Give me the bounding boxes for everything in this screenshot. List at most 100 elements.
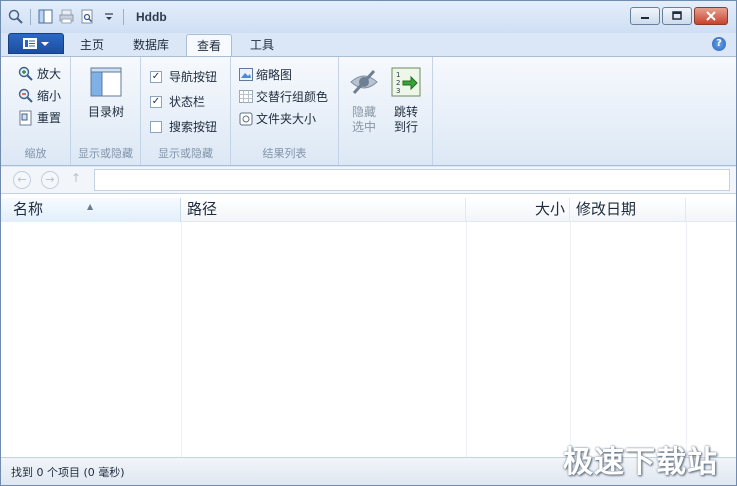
folder-size-button[interactable]: 文件夹大小 bbox=[239, 110, 316, 127]
thumbnails-icon bbox=[239, 68, 253, 81]
column-name[interactable]: ▲ 名称 bbox=[1, 198, 181, 222]
sort-ascending-icon: ▲ bbox=[87, 202, 94, 211]
nav-buttons-checkbox[interactable]: ✓ bbox=[150, 70, 162, 83]
chevron-down-icon bbox=[41, 41, 49, 46]
zoom-out-label: 缩小 bbox=[37, 89, 62, 103]
status-bar-label: 状态栏 bbox=[169, 95, 206, 109]
directory-tree-icon bbox=[81, 67, 131, 101]
group-label-tree: 显示或隐藏 bbox=[78, 147, 133, 160]
goto-row-line2: 到行 bbox=[393, 120, 418, 134]
hide-selected-line1: 隐藏 bbox=[351, 105, 376, 119]
svg-text:2: 2 bbox=[396, 79, 400, 87]
forward-button[interactable]: → bbox=[41, 171, 59, 189]
watermark-logo: 极速下载站 bbox=[563, 445, 718, 480]
results-list[interactable]: ▲ 名称 路径 大小 修改日期 bbox=[1, 193, 736, 458]
svg-text:1: 1 bbox=[396, 71, 400, 79]
column-path[interactable]: 路径 bbox=[181, 198, 466, 222]
status-bar-toggle[interactable]: ✓ 状态栏 bbox=[150, 93, 205, 110]
zoom-in-label: 放大 bbox=[37, 67, 62, 81]
hide-selected-line2: 选中 bbox=[351, 120, 376, 134]
group-tree: 目录树 显示或隐藏 bbox=[71, 57, 141, 165]
tab-view[interactable]: 查看 bbox=[186, 34, 232, 57]
nav-buttons-label: 导航按钮 bbox=[169, 70, 218, 84]
status-text: 找到 0 个项目 (0 毫秒) bbox=[11, 466, 125, 479]
column-modified[interactable]: 修改日期 bbox=[570, 198, 686, 222]
alternate-color-button[interactable]: 交替行组颜色 bbox=[239, 88, 328, 105]
toolbar-separator bbox=[123, 8, 124, 25]
folder-size-icon bbox=[239, 112, 253, 125]
directory-tree-label: 目录树 bbox=[87, 105, 124, 119]
thumbnails-button[interactable]: 缩略图 bbox=[239, 66, 292, 83]
column-divider bbox=[181, 222, 182, 458]
layout-icon[interactable] bbox=[37, 8, 54, 25]
search-button-label: 搜索按钮 bbox=[169, 120, 218, 134]
group-results-list: 缩略图 交替行组颜色 文件夹大小 结果列表 bbox=[231, 57, 339, 165]
status-bar-checkbox[interactable]: ✓ bbox=[150, 95, 162, 108]
title-bar: Hddb bbox=[1, 1, 736, 33]
column-path-label: 路径 bbox=[187, 200, 218, 218]
column-size[interactable]: 大小 bbox=[466, 198, 570, 222]
eye-hidden-icon bbox=[346, 67, 382, 101]
up-button[interactable]: ↑ bbox=[71, 171, 81, 185]
search-button-checkbox[interactable] bbox=[150, 120, 162, 133]
maximize-icon bbox=[672, 11, 682, 20]
column-header-row: ▲ 名称 路径 大小 修改日期 bbox=[1, 198, 736, 222]
ribbon-tabs: 主页 数据库 查看 工具 ? bbox=[1, 33, 736, 57]
directory-tree-button[interactable]: 目录树 bbox=[81, 67, 131, 120]
group-label-results: 结果列表 bbox=[262, 147, 307, 160]
address-input[interactable] bbox=[94, 169, 730, 191]
goto-row-icon: 123 bbox=[388, 67, 424, 101]
tab-home[interactable]: 主页 bbox=[71, 34, 113, 57]
close-icon bbox=[706, 11, 716, 21]
svg-text:3: 3 bbox=[396, 87, 400, 95]
toolbar-separator bbox=[30, 8, 31, 25]
ribbon-panel: 放大 缩小 重置 缩放 目录树 显示或隐藏 ✓ 导航按钮 ✓ 状态栏 搜索按钮 … bbox=[1, 56, 736, 166]
customize-toolbar-icon[interactable] bbox=[100, 8, 117, 25]
alternate-color-label: 交替行组颜色 bbox=[256, 90, 329, 104]
hide-selected-button[interactable]: 隐藏 选中 bbox=[346, 67, 382, 135]
minimize-icon bbox=[641, 17, 649, 19]
thumbnails-label: 缩略图 bbox=[256, 68, 293, 82]
maximize-button[interactable] bbox=[662, 7, 692, 25]
tab-database[interactable]: 数据库 bbox=[124, 34, 178, 57]
quick-access-toolbar bbox=[7, 8, 126, 25]
zoom-out-icon bbox=[18, 88, 33, 103]
tab-tools[interactable]: 工具 bbox=[241, 34, 283, 57]
column-name-label: 名称 bbox=[13, 200, 44, 218]
column-divider bbox=[466, 222, 467, 458]
app-menu-icon bbox=[23, 38, 37, 49]
help-icon[interactable]: ? bbox=[712, 37, 726, 51]
column-size-label: 大小 bbox=[534, 200, 565, 218]
zoom-in-icon bbox=[18, 66, 33, 81]
nav-buttons-toggle[interactable]: ✓ 导航按钮 bbox=[150, 68, 217, 85]
folder-size-label: 文件夹大小 bbox=[256, 112, 317, 126]
back-button[interactable]: ← bbox=[13, 171, 31, 189]
zoom-in-button[interactable]: 放大 bbox=[18, 65, 61, 82]
group-panes: ✓ 导航按钮 ✓ 状态栏 搜索按钮 显示或隐藏 bbox=[141, 57, 231, 165]
zoom-out-button[interactable]: 缩小 bbox=[18, 87, 61, 104]
column-divider bbox=[686, 222, 687, 458]
minimize-button[interactable] bbox=[630, 7, 660, 25]
group-label-zoom: 缩放 bbox=[24, 147, 47, 160]
app-window: Hddb 主页 数据库 查看 工具 ? 放大 缩小 重置 缩放 目录树 显示或隐… bbox=[0, 0, 737, 486]
search-button-toggle[interactable]: 搜索按钮 bbox=[150, 118, 217, 135]
column-divider bbox=[570, 222, 571, 458]
address-bar: ← → ↑ bbox=[1, 167, 736, 193]
zoom-reset-label: 重置 bbox=[37, 111, 62, 125]
window-title: Hddb bbox=[136, 10, 167, 24]
app-menu-button[interactable] bbox=[8, 33, 64, 54]
close-button[interactable] bbox=[694, 7, 728, 25]
group-actions: 隐藏 选中 123 跳转 到行 bbox=[339, 57, 433, 165]
group-zoom: 放大 缩小 重置 缩放 bbox=[1, 57, 71, 165]
search-icon[interactable] bbox=[7, 8, 24, 25]
grid-icon bbox=[239, 90, 253, 103]
group-label-panes: 显示或隐藏 bbox=[158, 147, 213, 160]
column-modified-label: 修改日期 bbox=[576, 200, 637, 218]
goto-row-line1: 跳转 bbox=[393, 105, 418, 119]
print-preview-icon[interactable] bbox=[79, 8, 96, 25]
reset-icon bbox=[19, 110, 32, 125]
goto-row-button[interactable]: 123 跳转 到行 bbox=[388, 67, 424, 135]
zoom-reset-button[interactable]: 重置 bbox=[18, 109, 61, 126]
print-icon[interactable] bbox=[58, 8, 75, 25]
window-controls bbox=[630, 7, 728, 25]
